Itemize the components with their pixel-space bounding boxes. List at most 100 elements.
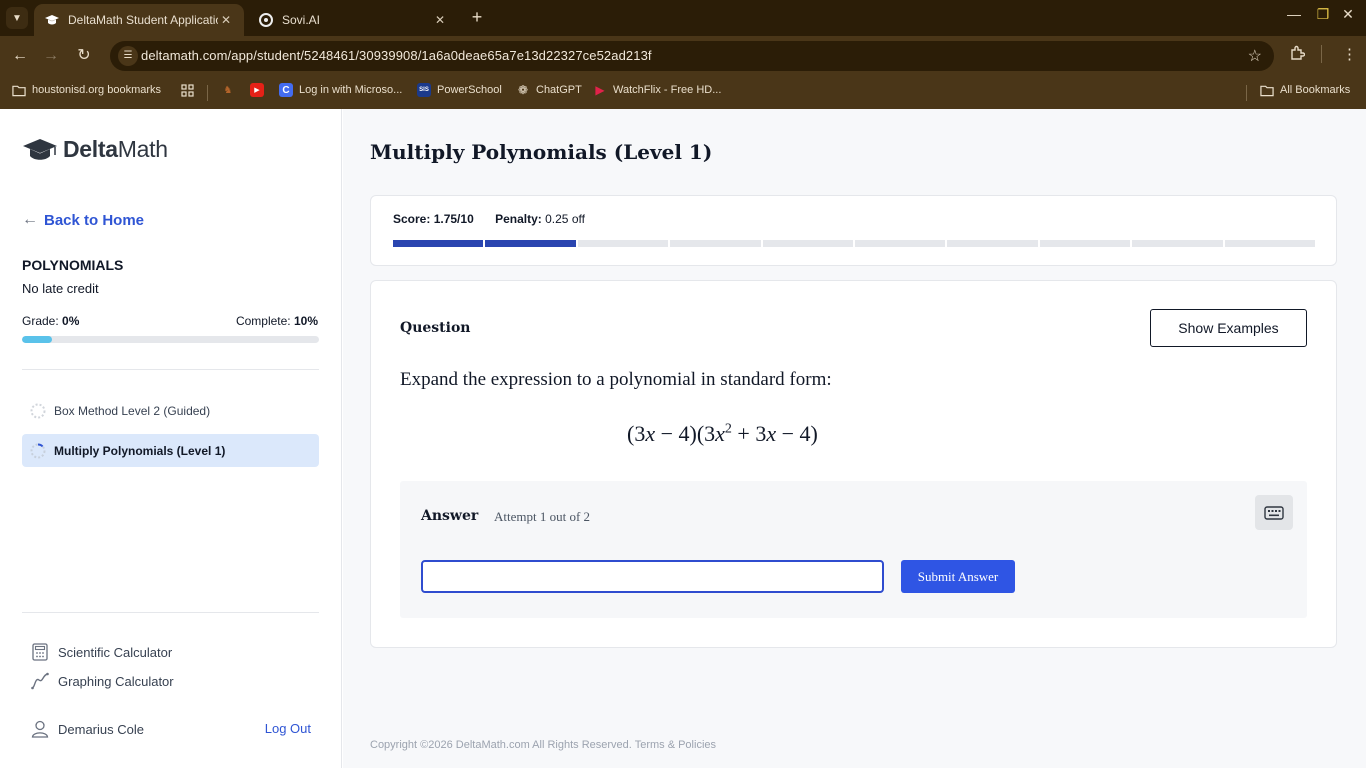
menu-dots-icon[interactable]: ⋮ — [1342, 45, 1357, 63]
footer: Copyright ©2026 DeltaMath.com All Rights… — [370, 739, 716, 751]
bookmark-chatgpt[interactable]: ❁ ChatGPT — [516, 83, 582, 97]
divider — [22, 369, 319, 370]
bookmark-separator — [1246, 85, 1247, 101]
minimize-icon[interactable]: — — [1284, 6, 1304, 22]
copyright-text: Copyright ©2026 DeltaMath.com All Rights… — [370, 739, 635, 751]
toolbar-divider — [1321, 45, 1322, 63]
extensions-icon[interactable] — [1289, 45, 1306, 65]
score-segment — [1039, 240, 1131, 247]
back-to-home-link[interactable]: ← Back to Home — [22, 211, 144, 229]
bookmark-youtube[interactable]: ▶ — [250, 83, 270, 97]
bookmark-star-icon[interactable]: ☆ — [1248, 46, 1262, 66]
window-close-icon[interactable]: ✕ — [1338, 6, 1358, 23]
site-info-icon[interactable]: ☰ — [118, 46, 138, 66]
deer-icon: ♞ — [223, 84, 233, 96]
tab-title: DeltaMath Student Application — [68, 13, 218, 27]
score-segment — [577, 240, 669, 247]
bookmark-label: WatchFlix - Free HD... — [613, 84, 722, 96]
bookmark-apps[interactable] — [180, 83, 200, 97]
graduation-cap-icon — [44, 12, 60, 28]
score-progress-segments — [393, 240, 1316, 247]
answer-label: Answer — [421, 508, 479, 524]
assignment-item-multiply-polynomials[interactable]: Multiply Polynomials (Level 1) — [22, 434, 319, 467]
bookmark-label: houstonisd.org bookmarks — [32, 84, 162, 96]
youtube-icon: ▶ — [250, 83, 264, 97]
arrow-left-icon: ← — [22, 211, 38, 228]
answer-panel: Answer Attempt 1 out of 2 Submit Answer — [400, 481, 1307, 618]
page-title: Multiply Polynomials (Level 1) — [370, 140, 713, 164]
submit-answer-button[interactable]: Submit Answer — [901, 560, 1015, 593]
bookmark-label: ChatGPT — [536, 84, 582, 96]
answer-input[interactable] — [421, 560, 884, 593]
divider — [22, 612, 319, 613]
deltamath-logo[interactable]: DeltaMath — [22, 136, 168, 163]
question-label: Question — [400, 320, 471, 336]
sis-icon: SIS — [417, 83, 431, 97]
forward-arrow-icon[interactable]: → — [40, 45, 62, 67]
penalty-value: 0.25 off — [545, 212, 585, 226]
math-keyboard-button[interactable] — [1255, 495, 1293, 530]
status-ring-icon — [30, 403, 46, 418]
score-value: 1.75/10 — [433, 212, 474, 226]
user-profile[interactable]: Demarius Cole — [30, 719, 144, 739]
tab-title: Sovi.AI — [282, 13, 321, 27]
grade-text: Grade: 0% — [22, 314, 80, 328]
attempt-text: Attempt 1 out of 2 — [494, 509, 591, 524]
assignment-label: Multiply Polynomials (Level 1) — [54, 443, 226, 458]
late-credit-text: No late credit — [22, 281, 99, 296]
close-icon[interactable]: ✕ — [218, 13, 234, 27]
restore-icon[interactable]: ❐ — [1313, 6, 1333, 23]
url-text[interactable]: deltamath.com/app/student/5248461/309399… — [141, 48, 652, 63]
close-icon[interactable]: ✕ — [432, 13, 448, 27]
terms-link[interactable]: Terms & Policies — [635, 739, 716, 751]
back-arrow-icon[interactable]: ← — [9, 45, 31, 67]
polynomial-expression: (3x − 4)(3x2 + 3x − 4) — [627, 421, 818, 446]
tool-label: Graphing Calculator — [58, 673, 174, 689]
logo-text: DeltaMath — [63, 136, 168, 162]
unit-title: POLYNOMIALS — [22, 257, 124, 273]
graph-icon — [31, 672, 49, 690]
completion-progress-bar — [22, 336, 319, 343]
score-segment — [393, 240, 484, 247]
bookmark-label: PowerSchool — [437, 84, 502, 96]
sidebar: DeltaMath ← Back to Home POLYNOMIALS No … — [0, 109, 342, 768]
question-card: Question Show Examples Expand the expres… — [370, 280, 1337, 648]
reload-icon[interactable]: ↻ — [73, 45, 95, 67]
status-ring-icon — [30, 442, 46, 458]
graphing-calculator-link[interactable]: Graphing Calculator — [30, 671, 174, 691]
folder-icon — [1260, 83, 1274, 97]
bookmark-watchflix[interactable]: ▶ WatchFlix - Free HD... — [593, 83, 721, 97]
score-segment — [485, 240, 576, 247]
new-tab-button[interactable]: + — [466, 7, 488, 29]
bookmark-separator — [207, 85, 208, 101]
bookmark-powerschool[interactable]: SIS PowerSchool — [417, 83, 502, 97]
bookmark-label: All Bookmarks — [1280, 84, 1351, 96]
tab-deltamath[interactable]: DeltaMath Student Application ✕ — [34, 4, 244, 36]
show-examples-button[interactable]: Show Examples — [1150, 309, 1307, 347]
openai-icon: ❁ — [517, 83, 529, 97]
back-label: Back to Home — [44, 211, 145, 229]
scientific-calculator-link[interactable]: Scientific Calculator — [30, 642, 172, 662]
all-bookmarks-button[interactable]: All Bookmarks — [1260, 83, 1350, 97]
browser-tab-bar: ▼ DeltaMath Student Application ✕ Sovi.A… — [0, 0, 1366, 36]
graduation-cap-icon — [23, 138, 57, 160]
score-segment — [762, 240, 854, 247]
bookmark-microsoft[interactable]: C Log in with Microso... — [279, 83, 402, 97]
bookmark-houstonisd[interactable]: houstonisd.org bookmarks — [12, 83, 161, 97]
watchflix-icon: ▶ — [595, 83, 605, 97]
tab-sovi[interactable]: Sovi.AI ✕ — [248, 4, 458, 36]
completion-progress-fill — [22, 336, 52, 343]
assignment-item-box-method[interactable]: Box Method Level 2 (Guided) — [22, 394, 319, 427]
address-bar[interactable]: ☰ deltamath.com/app/student/5248461/3093… — [110, 41, 1274, 71]
user-icon — [31, 720, 49, 738]
tab-search-button[interactable]: ▼ — [6, 7, 28, 29]
score-segment — [1224, 240, 1316, 247]
folder-icon — [12, 83, 26, 97]
chevron-down-icon: ▼ — [12, 12, 22, 24]
apps-grid-icon — [180, 83, 194, 97]
log-out-link[interactable]: Log Out — [265, 721, 311, 736]
score-segment — [855, 240, 946, 247]
bookmark-deer[interactable]: ♞ — [221, 83, 241, 97]
tool-label: Scientific Calculator — [58, 644, 173, 660]
question-prompt: Expand the expression to a polynomial in… — [400, 369, 832, 390]
